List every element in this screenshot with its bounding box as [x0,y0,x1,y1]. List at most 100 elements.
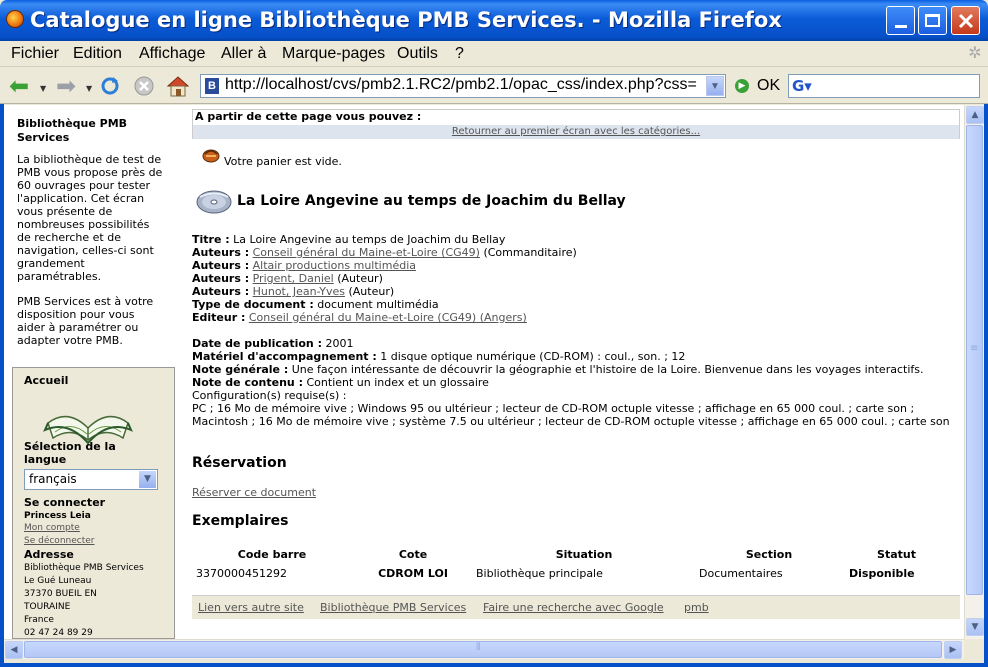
library-description-2: PMB Services est à votre disposition pou… [17,295,154,347]
go-button[interactable]: OK [757,77,780,95]
reservation-heading: Réservation [192,455,287,471]
field-label: Auteurs : [192,272,250,285]
horizontal-scrollbar[interactable]: ◀ ⦀ ▶ [4,639,964,659]
vertical-scrollbar[interactable]: ▲ ≡ ▼ [964,105,984,639]
chevron-down-icon[interactable]: ▼ [139,471,156,488]
barcode-cell: 3370000451292 [196,566,287,580]
field-label: Note de contenu : [192,376,303,389]
footer-link-library[interactable]: Bibliothèque PMB Services [320,601,466,614]
type-value: document multimédia [317,298,439,311]
library-description: La bibliothèque de test de PMB vous prop… [17,153,163,283]
navigation-toolbar: ⬅ ▼ ➡ ▼ B http://localhost/cvs/pmb2.1.RC… [0,68,988,104]
field-label: Date de publication : [192,337,322,350]
table-row: 3370000451292 CDROM LOI Bibliothèque pri… [192,562,949,584]
address-line: Le Gué Luneau [24,576,92,586]
author-link[interactable]: Altair productions multimédia [253,259,416,272]
config-label: Configuration(s) requise(s) : [192,389,347,402]
content-note-value: Contient un index et un glossaire [306,376,489,389]
address-line: TOURAINE [24,602,71,612]
menu-marque-pages[interactable]: Marque-pages [282,45,385,63]
menu-help[interactable]: ? [455,45,464,63]
author-link[interactable]: Prigent, Daniel [253,272,334,285]
site-favicon-icon: B [205,78,219,94]
column-header: Statut [877,547,916,561]
left-sidebar: Bibliothèque PMB Services La bibliothèqu… [4,105,176,639]
footer-link-pmb[interactable]: pmb [684,601,709,614]
document-title: La Loire Angevine au temps de Joachim du… [237,193,626,209]
vertical-scroll-thumb[interactable] [966,125,983,595]
scroll-down-button[interactable]: ▼ [966,618,984,636]
home-icon [166,76,190,97]
firefox-icon [6,10,24,28]
table-header-row: Code barre Cote Situation Section Statut [192,546,949,562]
menu-outils[interactable]: Outils [397,45,438,63]
search-input[interactable]: G▾ [788,74,980,98]
column-header: Cote [398,547,428,561]
google-search-icon[interactable]: G▾ [792,77,812,95]
menu-fichier[interactable]: Fichier [11,45,59,63]
reload-icon [101,77,119,95]
scroll-left-button[interactable]: ◀ [5,641,23,659]
menu-aller-a[interactable]: Aller à [221,45,266,63]
cd-rom-icon [196,190,232,214]
close-icon [958,13,973,28]
section-cell: Documentaires [699,566,783,580]
connect-heading: Se connecter [24,496,106,509]
material-value: 1 disque optique numérique (CD-ROM) : co… [380,350,686,363]
menu-edition[interactable]: Edition [73,45,122,63]
go-icon[interactable]: ▶ [735,79,749,93]
author-role: (Auteur) [337,272,383,285]
grip-icon: ≡ [970,343,979,354]
forward-button[interactable]: ➡ [53,74,79,98]
language-heading: Sélection de la langue [24,440,116,466]
return-categories-link[interactable]: Retourner au premier écran avec les caté… [193,125,959,139]
scrollbar-corner [964,639,984,659]
reserve-document-link[interactable]: Réserver ce document [192,486,316,499]
minimize-button[interactable] [886,6,915,35]
url-dropdown-button[interactable]: ▼ [706,76,724,96]
field-label: Note générale : [192,363,289,376]
column-header: Code barre [237,547,307,561]
logout-link[interactable]: Se déconnecter [24,536,94,546]
author-role: (Commanditaire) [483,246,577,259]
close-button[interactable] [951,6,980,35]
situation-cell: Bibliothèque principale [476,566,603,580]
footer-link-other-site[interactable]: Lien vers autre site [198,601,304,614]
address-line: France [24,615,54,625]
basket-status: Votre panier est vide. [224,155,342,168]
accueil-heading[interactable]: Accueil [24,374,68,387]
document-fields: Titre : La Loire Angevine au temps de Jo… [192,233,962,428]
url-bar[interactable]: B http://localhost/cvs/pmb2.1.RC2/pmb2.1… [200,74,726,98]
author-role: (Auteur) [348,285,395,298]
forward-history-dropdown-icon[interactable]: ▼ [86,84,92,93]
field-label: Auteurs : [192,285,250,298]
my-account-link[interactable]: Mon compte [24,523,80,533]
navigation-heading: A partir de cette page vous pouvez : [195,110,422,123]
field-label: Titre : [192,233,230,246]
back-arrow-icon: ⬅ [8,72,30,100]
author-link[interactable]: Conseil général du Maine-et-Loire (CG49) [253,246,480,259]
horizontal-scroll-thumb[interactable] [24,641,942,658]
maximize-button[interactable] [918,6,947,35]
scroll-right-button[interactable]: ▶ [944,641,962,659]
stop-icon [134,76,154,96]
reload-button[interactable] [97,74,123,98]
menu-bar: Fichier Edition Affichage Aller à Marque… [0,41,988,67]
author-link[interactable]: Hunot, Jean-Yves [253,285,345,298]
title-bar: Catalogue en ligne Bibliothèque PMB Serv… [0,0,988,41]
home-button[interactable] [165,74,191,98]
menu-affichage[interactable]: Affichage [139,45,205,63]
forward-arrow-icon: ➡ [55,72,77,100]
scroll-up-button[interactable]: ▲ [966,106,984,124]
publisher-link[interactable]: Conseil général du Maine-et-Loire (CG49)… [249,311,527,324]
back-history-dropdown-icon[interactable]: ▼ [40,84,46,93]
url-text: http://localhost/cvs/pmb2.1.RC2/pmb2.1/o… [225,76,697,93]
footer-links-bar: Lien vers autre site Bibliothèque PMB Se… [192,595,960,619]
footer-link-google-search[interactable]: Faire une recherche avec Google [483,601,664,614]
back-button[interactable]: ⬅ [6,74,32,98]
field-label: Auteurs : [192,246,250,259]
language-select[interactable]: français ▼ [24,469,158,490]
field-label: Editeur : [192,311,246,324]
field-label: Auteurs : [192,259,250,272]
stop-button[interactable] [131,74,157,98]
